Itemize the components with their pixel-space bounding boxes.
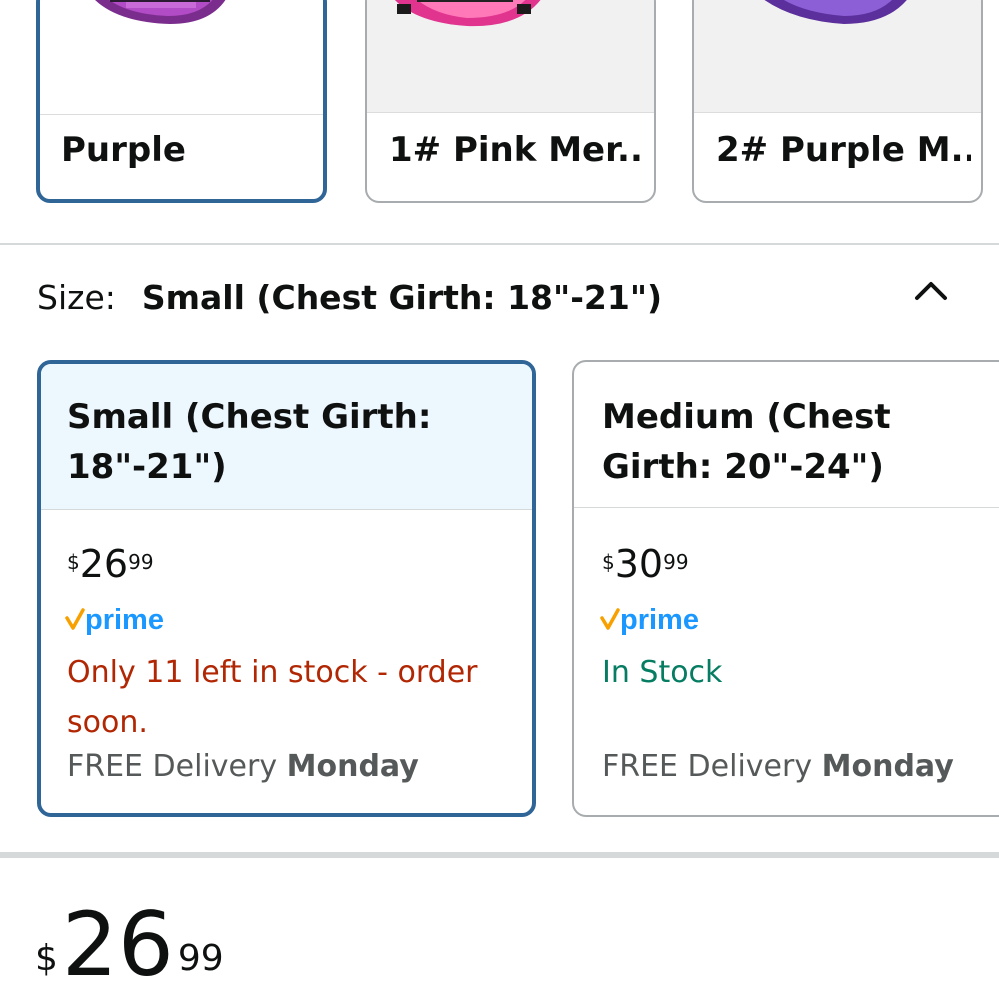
delivery-prefix: FREE Delivery — [67, 749, 278, 784]
svg-text:prime: prime — [85, 604, 164, 636]
currency-symbol: $ — [35, 938, 58, 979]
color-option-label: 1# Pink Mer... — [389, 130, 644, 170]
stock-status: In Stock — [602, 655, 723, 690]
size-option-header: Small (Chest Girth: 18"-21") — [41, 364, 532, 510]
price-whole: 30 — [614, 542, 664, 586]
product-thumbnail — [367, 0, 654, 113]
prime-logo-icon: prime — [65, 604, 164, 636]
delivery-prefix: FREE Delivery — [602, 749, 813, 784]
price-fraction: 99 — [177, 938, 224, 979]
price-whole: 26 — [79, 542, 129, 586]
product-thumbnail — [694, 0, 981, 113]
stock-status: Only 11 left in stock - order soon. — [67, 655, 478, 740]
price-whole: 26 — [61, 893, 174, 996]
delivery-day: Monday — [821, 749, 954, 784]
size-option-medium[interactable]: Medium (Chest Girth: 20"-24") $3099 prim… — [572, 360, 999, 817]
delivery-info: FREE Delivery Monday — [67, 749, 419, 784]
size-option-title: Small (Chest Girth: 18"-21") — [67, 397, 432, 487]
currency-symbol: $ — [602, 550, 615, 574]
delivery-info: FREE Delivery Monday — [602, 749, 954, 784]
size-option-header: Medium (Chest Girth: 20"-24") — [574, 362, 999, 508]
main-price: $26 99 — [35, 895, 224, 995]
price-fraction: 99 — [663, 550, 689, 574]
product-thumbnail — [40, 0, 323, 115]
delivery-day: Monday — [286, 749, 419, 784]
section-divider — [0, 852, 999, 858]
svg-text:prime: prime — [620, 604, 699, 636]
chevron-up-icon[interactable] — [913, 276, 949, 302]
color-option-label: 2# Purple M... — [716, 130, 971, 170]
size-selector-header[interactable]: Size: Small (Chest Girth: 18"-21") — [37, 278, 662, 317]
size-option-title: Medium (Chest Girth: 20"-24") — [602, 397, 891, 487]
size-label: Size: — [37, 278, 116, 317]
selected-size-value: Small (Chest Girth: 18"-21") — [141, 278, 663, 317]
color-option-pink-mermaid[interactable]: 1# Pink Mer... — [365, 0, 656, 203]
prime-logo-icon: prime — [600, 604, 699, 636]
color-option-purple-mermaid[interactable]: 2# Purple M... — [692, 0, 983, 203]
size-option-price: $3099 — [602, 542, 689, 586]
size-option-price: $2699 — [67, 542, 154, 586]
color-option-purple[interactable]: Purple — [36, 0, 327, 203]
size-option-small[interactable]: Small (Chest Girth: 18"-21") $2699 prime… — [37, 360, 536, 817]
price-fraction: 99 — [128, 550, 154, 574]
section-divider — [0, 243, 999, 245]
currency-symbol: $ — [67, 550, 80, 574]
color-option-label: Purple — [61, 130, 186, 170]
